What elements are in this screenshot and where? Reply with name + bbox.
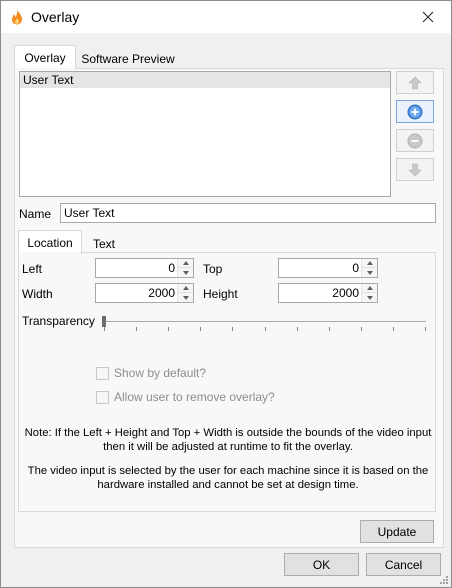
- slider-tick: [232, 327, 233, 331]
- close-icon: [422, 11, 434, 22]
- show-by-default-checkbox[interactable]: Show by default?: [96, 366, 206, 380]
- arrow-up-icon: [408, 76, 422, 89]
- name-label: Name: [19, 207, 52, 221]
- show-by-default-label: Show by default?: [114, 366, 207, 380]
- top-stepper-arrows: [361, 259, 377, 277]
- update-button[interactable]: Update: [360, 520, 434, 543]
- transparency-slider-track[interactable]: [104, 321, 426, 322]
- left-value: 0: [168, 261, 175, 275]
- top-value: 0: [352, 261, 359, 275]
- width-decrement-button[interactable]: [178, 293, 193, 302]
- slider-tick: [329, 327, 330, 331]
- triangle-down-icon: [366, 270, 373, 275]
- width-stepper-arrows: [177, 284, 193, 302]
- remove-overlay-button[interactable]: [396, 129, 434, 152]
- close-button[interactable]: [405, 1, 451, 32]
- height-increment-button[interactable]: [362, 284, 377, 293]
- resize-grip-icon[interactable]: [439, 575, 449, 585]
- transparency-label: Transparency: [22, 314, 95, 328]
- list-item[interactable]: User Text: [20, 72, 390, 88]
- triangle-down-icon: [182, 295, 189, 300]
- left-decrement-button[interactable]: [178, 268, 193, 277]
- move-up-button[interactable]: [396, 71, 434, 94]
- left-label: Left: [22, 262, 43, 276]
- tab-software-preview[interactable]: Software Preview: [76, 47, 180, 69]
- move-down-button[interactable]: [396, 158, 434, 181]
- height-value: 2000: [332, 286, 359, 300]
- checkbox-box: [96, 366, 109, 380]
- top-increment-button[interactable]: [362, 259, 377, 268]
- height-stepper-arrows: [361, 284, 377, 302]
- triangle-up-icon: [366, 286, 373, 290]
- overlay-list[interactable]: User Text: [19, 71, 391, 197]
- name-field[interactable]: User Text: [60, 203, 436, 223]
- add-overlay-button[interactable]: [396, 100, 434, 123]
- triangle-down-icon: [182, 270, 189, 275]
- ok-button[interactable]: OK: [284, 553, 359, 576]
- triangle-down-icon: [366, 295, 373, 300]
- width-increment-button[interactable]: [178, 284, 193, 293]
- slider-tick: [425, 327, 426, 331]
- arrow-down-icon: [408, 163, 422, 176]
- tab-software-preview-label: Software Preview: [81, 51, 175, 66]
- slider-tick: [265, 327, 266, 331]
- transparency-slider-thumb[interactable]: [102, 316, 106, 327]
- width-stepper[interactable]: 2000: [95, 283, 194, 303]
- height-decrement-button[interactable]: [362, 293, 377, 302]
- height-stepper[interactable]: 2000: [278, 283, 378, 303]
- height-label: Height: [203, 287, 238, 301]
- flame-icon: [12, 10, 22, 25]
- tab-location[interactable]: Location: [18, 230, 82, 254]
- left-stepper[interactable]: 0: [95, 258, 194, 278]
- plus-circle-icon: [407, 104, 423, 119]
- tab-text[interactable]: Text: [82, 232, 126, 254]
- slider-tick: [200, 327, 201, 331]
- overlay-dialog: Overlay Overlay Software Preview User Te…: [0, 0, 452, 588]
- top-label: Top: [203, 262, 223, 276]
- minus-circle-icon: [407, 133, 423, 148]
- width-value: 2000: [148, 286, 175, 300]
- active-tab-joint: [15, 68, 75, 70]
- slider-tick: [168, 327, 169, 331]
- left-stepper-arrows: [177, 259, 193, 277]
- slider-tick: [104, 327, 105, 331]
- top-decrement-button[interactable]: [362, 268, 377, 277]
- tab-overlay-label: Overlay: [24, 50, 66, 65]
- triangle-up-icon: [182, 286, 189, 290]
- checkbox-box: [96, 390, 109, 404]
- active-inner-tab-joint: [19, 252, 81, 254]
- allow-remove-label: Allow user to remove overlay?: [114, 390, 275, 404]
- width-label: Width: [22, 287, 53, 301]
- triangle-up-icon: [366, 261, 373, 265]
- cancel-button[interactable]: Cancel: [366, 553, 441, 576]
- slider-tick: [393, 327, 394, 331]
- allow-remove-checkbox[interactable]: Allow user to remove overlay?: [96, 390, 275, 404]
- slider-tick: [136, 327, 137, 331]
- bounds-note: Note: If the Left + Height and Top + Wid…: [24, 427, 432, 453]
- triangle-up-icon: [182, 261, 189, 265]
- title-bar: Overlay: [1, 1, 451, 33]
- window-title: Overlay: [31, 9, 80, 25]
- tab-overlay[interactable]: Overlay: [14, 45, 76, 69]
- tab-text-label: Text: [92, 236, 115, 251]
- left-increment-button[interactable]: [178, 259, 193, 268]
- slider-tick: [361, 327, 362, 331]
- slider-tick: [297, 327, 298, 331]
- video-input-note: The video input is selected by the user …: [27, 465, 429, 491]
- tab-location-label: Location: [27, 235, 73, 250]
- top-stepper[interactable]: 0: [278, 258, 378, 278]
